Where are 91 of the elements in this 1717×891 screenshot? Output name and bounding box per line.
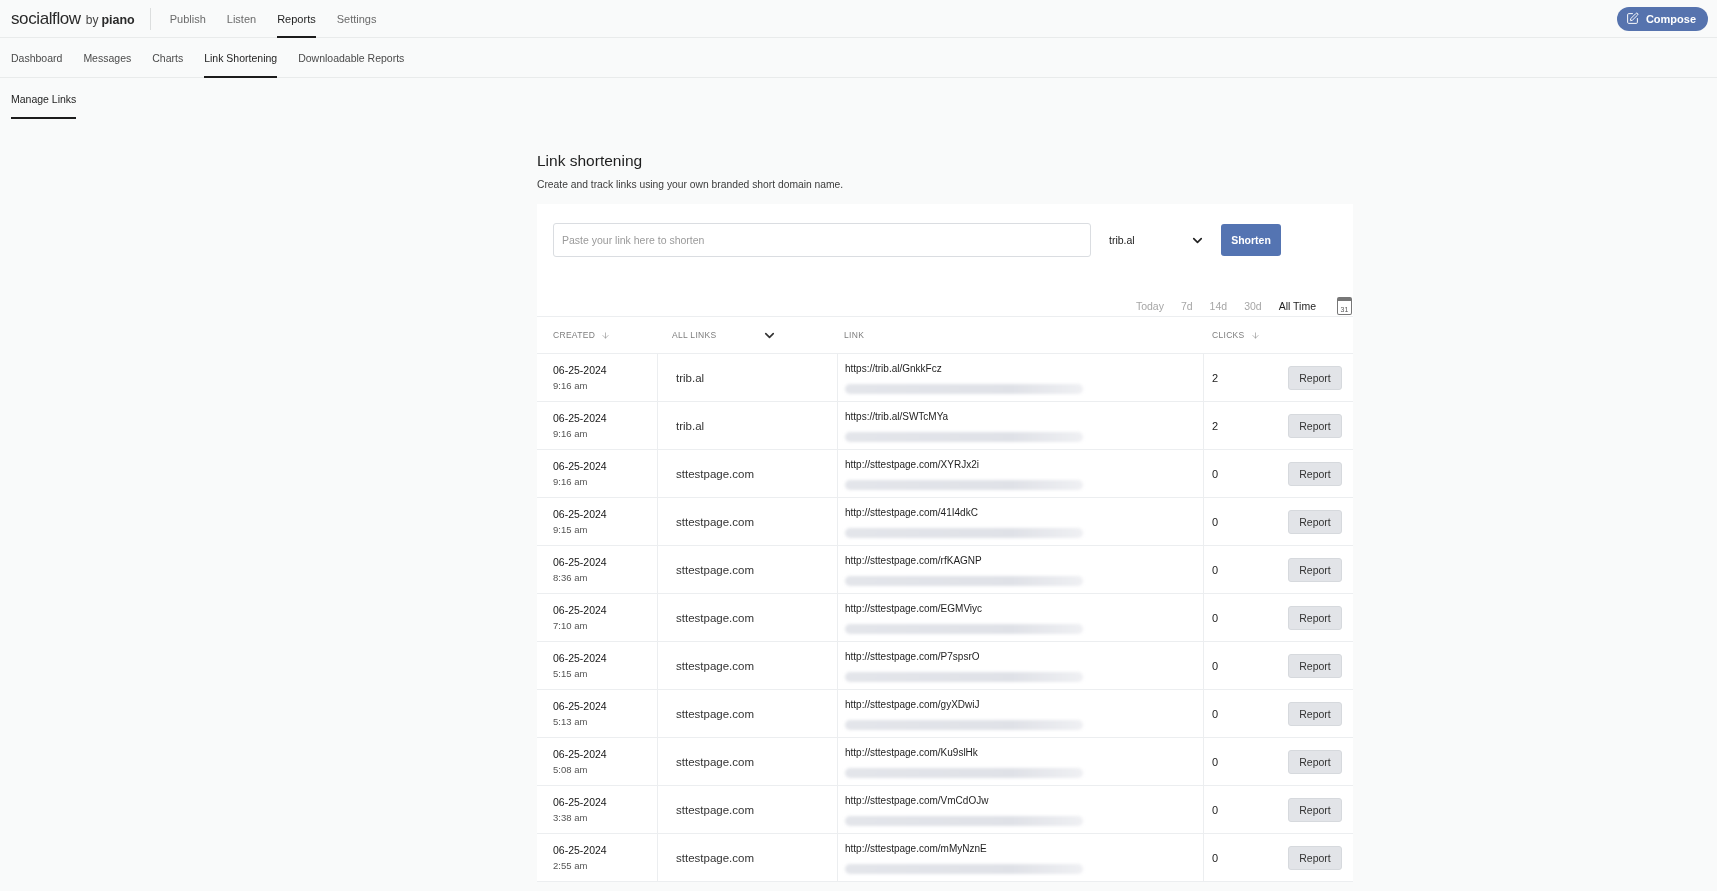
report-button[interactable]: Report (1288, 845, 1342, 870)
created-time: 3:38 am (553, 811, 588, 824)
column-header[interactable]: CREATED (553, 330, 596, 340)
clicks-count: 0 (1212, 515, 1219, 528)
domain-text: sttestpage.com (676, 851, 754, 864)
created-date: 06-25-2024 (553, 411, 607, 425)
date-range-option[interactable]: All Time (1278, 300, 1316, 312)
column-header[interactable]: ALL LINKS (672, 330, 717, 340)
clicks-count: 0 (1212, 755, 1219, 768)
report-button[interactable]: Report (1288, 797, 1342, 822)
report-button[interactable]: Report (1288, 509, 1342, 534)
clicks-count: 0 (1212, 563, 1219, 576)
created-date: 06-25-2024 (553, 603, 607, 617)
domain-text: sttestpage.com (676, 563, 754, 576)
short-link[interactable]: http://sttestpage.com/EGMViyc (845, 602, 983, 615)
page-title: Link shortening (537, 152, 644, 170)
clicks-count: 0 (1212, 851, 1219, 864)
short-link[interactable]: http://sttestpage.com/mMyNznE (845, 842, 987, 855)
report-button[interactable]: Report (1288, 605, 1342, 630)
created-date: 06-25-2024 (553, 795, 607, 809)
report-button[interactable]: Report (1288, 749, 1342, 774)
shorten-button[interactable]: Shorten (1221, 224, 1281, 256)
report-button[interactable]: Report (1288, 653, 1342, 678)
short-link[interactable]: http://sttestpage.com/VmCdOJw (845, 794, 989, 807)
nav-tab[interactable]: Reports (277, 0, 316, 38)
created-time: 7:10 am (553, 619, 588, 632)
report-button[interactable]: Report (1288, 365, 1342, 390)
section-tab[interactable]: Manage Links (11, 78, 77, 119)
clicks-count: 0 (1212, 803, 1219, 816)
clicks-count: 2 (1212, 419, 1219, 432)
domain-text: sttestpage.com (676, 515, 754, 528)
sub-nav-tab[interactable]: Messages (83, 38, 132, 78)
created-time: 9:16 am (553, 379, 588, 392)
domain-text: sttestpage.com (676, 611, 754, 624)
short-link[interactable]: http://sttestpage.com/P7spsrO (845, 650, 980, 663)
sub-nav-tab[interactable]: Downloadable Reports (298, 38, 405, 78)
short-link[interactable]: http://sttestpage.com/Ku9slHk (845, 746, 978, 759)
report-button[interactable]: Report (1288, 557, 1342, 582)
domain-text: sttestpage.com (676, 707, 754, 720)
created-time: 9:16 am (553, 475, 588, 488)
clicks-count: 0 (1212, 611, 1219, 624)
clicks-count: 2 (1212, 371, 1219, 384)
created-date: 06-25-2024 (553, 651, 607, 665)
nav-tab[interactable]: Publish (169, 0, 206, 38)
created-date: 06-25-2024 (553, 363, 607, 377)
created-time: 5:13 am (553, 715, 588, 728)
created-date: 06-25-2024 (553, 555, 607, 569)
created-date: 06-25-2024 (553, 507, 607, 521)
short-link[interactable]: https://trib.al/GnkkFcz (845, 362, 942, 375)
logo: socialflow by piano (11, 8, 135, 29)
created-time: 5:08 am (553, 763, 588, 776)
domain-text: sttestpage.com (676, 755, 754, 768)
created-time: 9:16 am (553, 427, 588, 440)
report-button[interactable]: Report (1288, 413, 1342, 438)
pen-square-icon (1625, 12, 1639, 25)
domain-text: sttestpage.com (676, 659, 754, 672)
created-date: 06-25-2024 (553, 459, 607, 473)
short-link[interactable]: http://sttestpage.com/gyXDwiJ (845, 698, 980, 711)
report-button[interactable]: Report (1288, 701, 1342, 726)
sub-nav-tab[interactable]: Link Shortening (204, 38, 278, 78)
created-time: 5:15 am (553, 667, 588, 680)
column-header[interactable]: CLICKS (1212, 330, 1245, 340)
domain-select[interactable]: trib.al (1109, 225, 1205, 255)
report-button[interactable]: Report (1288, 461, 1342, 486)
created-time: 8:36 am (553, 571, 588, 584)
short-link[interactable]: http://sttestpage.com/rfKAGNP (845, 554, 982, 567)
short-link[interactable]: https://trib.al/SWTcMYa (845, 410, 949, 423)
short-link[interactable]: http://sttestpage.com/41I4dkC (845, 506, 978, 519)
link-input-field[interactable]: Paste your link here to shorten (553, 223, 1091, 257)
clicks-count: 0 (1212, 467, 1219, 480)
nav-tab[interactable]: Settings (336, 0, 377, 38)
created-date: 06-25-2024 (553, 843, 607, 857)
created-time: 9:15 am (553, 523, 588, 536)
sub-nav-tab[interactable]: Charts (152, 38, 184, 78)
sort-arrow-icon (1250, 330, 1260, 340)
sort-arrow-icon (601, 330, 611, 340)
created-date: 06-25-2024 (553, 747, 607, 761)
column-header: LINK (844, 330, 865, 340)
short-link[interactable]: http://sttestpage.com/XYRJx2i (845, 458, 979, 471)
clicks-count: 0 (1212, 659, 1219, 672)
domain-text: sttestpage.com (676, 803, 754, 816)
nav-tab[interactable]: Listen (226, 0, 257, 38)
clicks-count: 0 (1212, 707, 1219, 720)
created-date: 06-25-2024 (553, 699, 607, 713)
domain-text: trib.al (676, 419, 705, 432)
compose-button[interactable]: Compose (1616, 6, 1708, 31)
domain-text: sttestpage.com (676, 467, 754, 480)
page-description: Create and track links using your own branded short domain name. (537, 178, 845, 191)
created-time: 2:55 am (553, 859, 588, 872)
domain-text: trib.al (676, 371, 705, 384)
sub-nav-tab[interactable]: Dashboard (11, 38, 63, 78)
